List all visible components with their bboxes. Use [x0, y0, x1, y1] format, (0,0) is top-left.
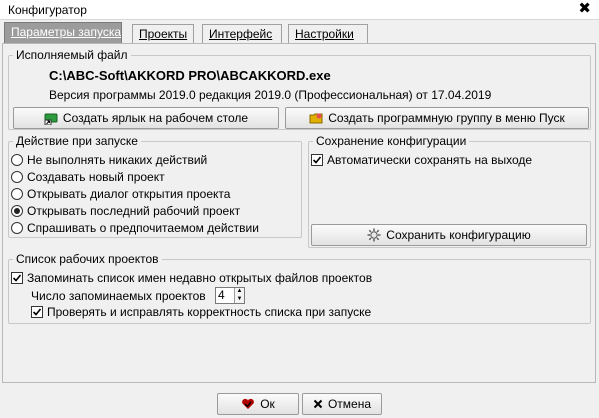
startup-option-last-project[interactable]: Открывать последний рабочий проект: [11, 204, 240, 218]
title-bar: Конфигуратор ✖: [0, 0, 599, 20]
tab-label: Проекты: [139, 27, 188, 41]
save-config-label: Сохранить конфигурацию: [386, 228, 531, 242]
executable-path: C:\ABC-Soft\AKKORD PRO\ABCAKKORD.exe: [49, 68, 331, 83]
shortcut-icon: [44, 113, 58, 125]
verify-list-label: Проверять и исправлять корректность спис…: [47, 305, 372, 319]
remember-projects-checkbox[interactable]: [11, 272, 23, 284]
stepper-arrows: ▲ ▼: [234, 288, 244, 303]
create-shortcut-label: Создать ярлык на рабочем столе: [62, 111, 249, 125]
version-text: Версия программы 2019.0 редакция 2019.0 …: [49, 88, 492, 102]
create-group-label: Создать программную группу в меню Пуск: [328, 111, 565, 125]
startup-option-open-dialog[interactable]: Открывать диалог открытия проекта: [11, 187, 230, 201]
checkmark-icon: [12, 274, 22, 282]
save-config-legend: Сохранение конфигурации: [316, 134, 467, 148]
close-x-icon: [313, 399, 323, 409]
heart-check-icon: [242, 398, 255, 409]
radio-button[interactable]: [11, 171, 23, 183]
auto-save-checkbox[interactable]: [311, 154, 323, 166]
startup-option-new-project[interactable]: Создавать новый проект: [11, 170, 165, 184]
radio-label: Открывать диалог открытия проекта: [27, 187, 231, 201]
radio-label: Не выполнять никаких действий: [27, 153, 208, 167]
count-stepper[interactable]: 4 ▲ ▼: [215, 287, 245, 304]
checkmark-icon: [32, 308, 42, 316]
cancel-label: Отмена: [327, 397, 372, 411]
startup-action-legend: Действие при запуске: [16, 134, 138, 148]
tab-settings[interactable]: Настройки: [288, 24, 368, 44]
stepper-down-icon[interactable]: ▼: [235, 296, 244, 304]
auto-save-label: Автоматически сохранять на выходе: [327, 153, 533, 167]
radio-button-selected[interactable]: [11, 205, 23, 217]
tab-label: Интерфейс: [209, 27, 273, 41]
checkmark-icon: [312, 156, 322, 164]
radio-label: Спрашивать о предпочитаемом действии: [27, 221, 259, 235]
tab-label: Настройки: [295, 27, 354, 41]
program-group-icon: [309, 113, 323, 124]
tab-startup-params[interactable]: Параметры запуска: [4, 22, 122, 44]
remember-projects-label: Запоминать список имен недавно открытых …: [27, 271, 373, 285]
stepper-up-icon[interactable]: ▲: [235, 288, 244, 296]
tab-panel: Исполняемый файл C:\ABC-Soft\AKKORD PRO\…: [2, 43, 596, 383]
startup-option-ask[interactable]: Спрашивать о предпочитаемом действии: [11, 221, 259, 235]
count-value[interactable]: 4: [216, 288, 234, 303]
projects-list-legend: Список рабочих проектов: [16, 252, 159, 266]
auto-save-option[interactable]: Автоматически сохранять на выходе: [311, 153, 532, 167]
tab-projects[interactable]: Проекты: [132, 24, 194, 44]
remember-projects-option[interactable]: Запоминать список имен недавно открытых …: [11, 271, 372, 285]
radio-button[interactable]: [11, 154, 23, 166]
tab-interface[interactable]: Интерфейс: [202, 24, 282, 44]
radio-button[interactable]: [11, 222, 23, 234]
startup-option-none[interactable]: Не выполнять никаких действий: [11, 153, 207, 167]
executable-legend: Исполняемый файл: [16, 48, 128, 62]
ok-button[interactable]: Ок: [217, 393, 299, 415]
radio-label: Создавать новый проект: [27, 170, 165, 184]
close-icon[interactable]: ✖: [578, 1, 591, 17]
save-config-button[interactable]: Сохранить конфигурацию: [311, 224, 587, 246]
cancel-button[interactable]: Отмена: [302, 393, 382, 415]
verify-list-checkbox[interactable]: [31, 306, 43, 318]
create-group-button[interactable]: Создать программную группу в меню Пуск: [285, 107, 589, 129]
count-label: Число запоминаемых проектов: [31, 289, 206, 303]
ok-label: Ок: [260, 397, 275, 411]
radio-label: Открывать последний рабочий проект: [27, 204, 241, 218]
verify-list-option[interactable]: Проверять и исправлять корректность спис…: [31, 305, 371, 319]
radio-button[interactable]: [11, 188, 23, 200]
window-title: Конфигуратор: [8, 3, 87, 17]
gear-icon: [367, 228, 381, 242]
create-shortcut-button[interactable]: Создать ярлык на рабочем столе: [13, 107, 279, 129]
tab-label: Параметры запуска: [11, 25, 122, 39]
